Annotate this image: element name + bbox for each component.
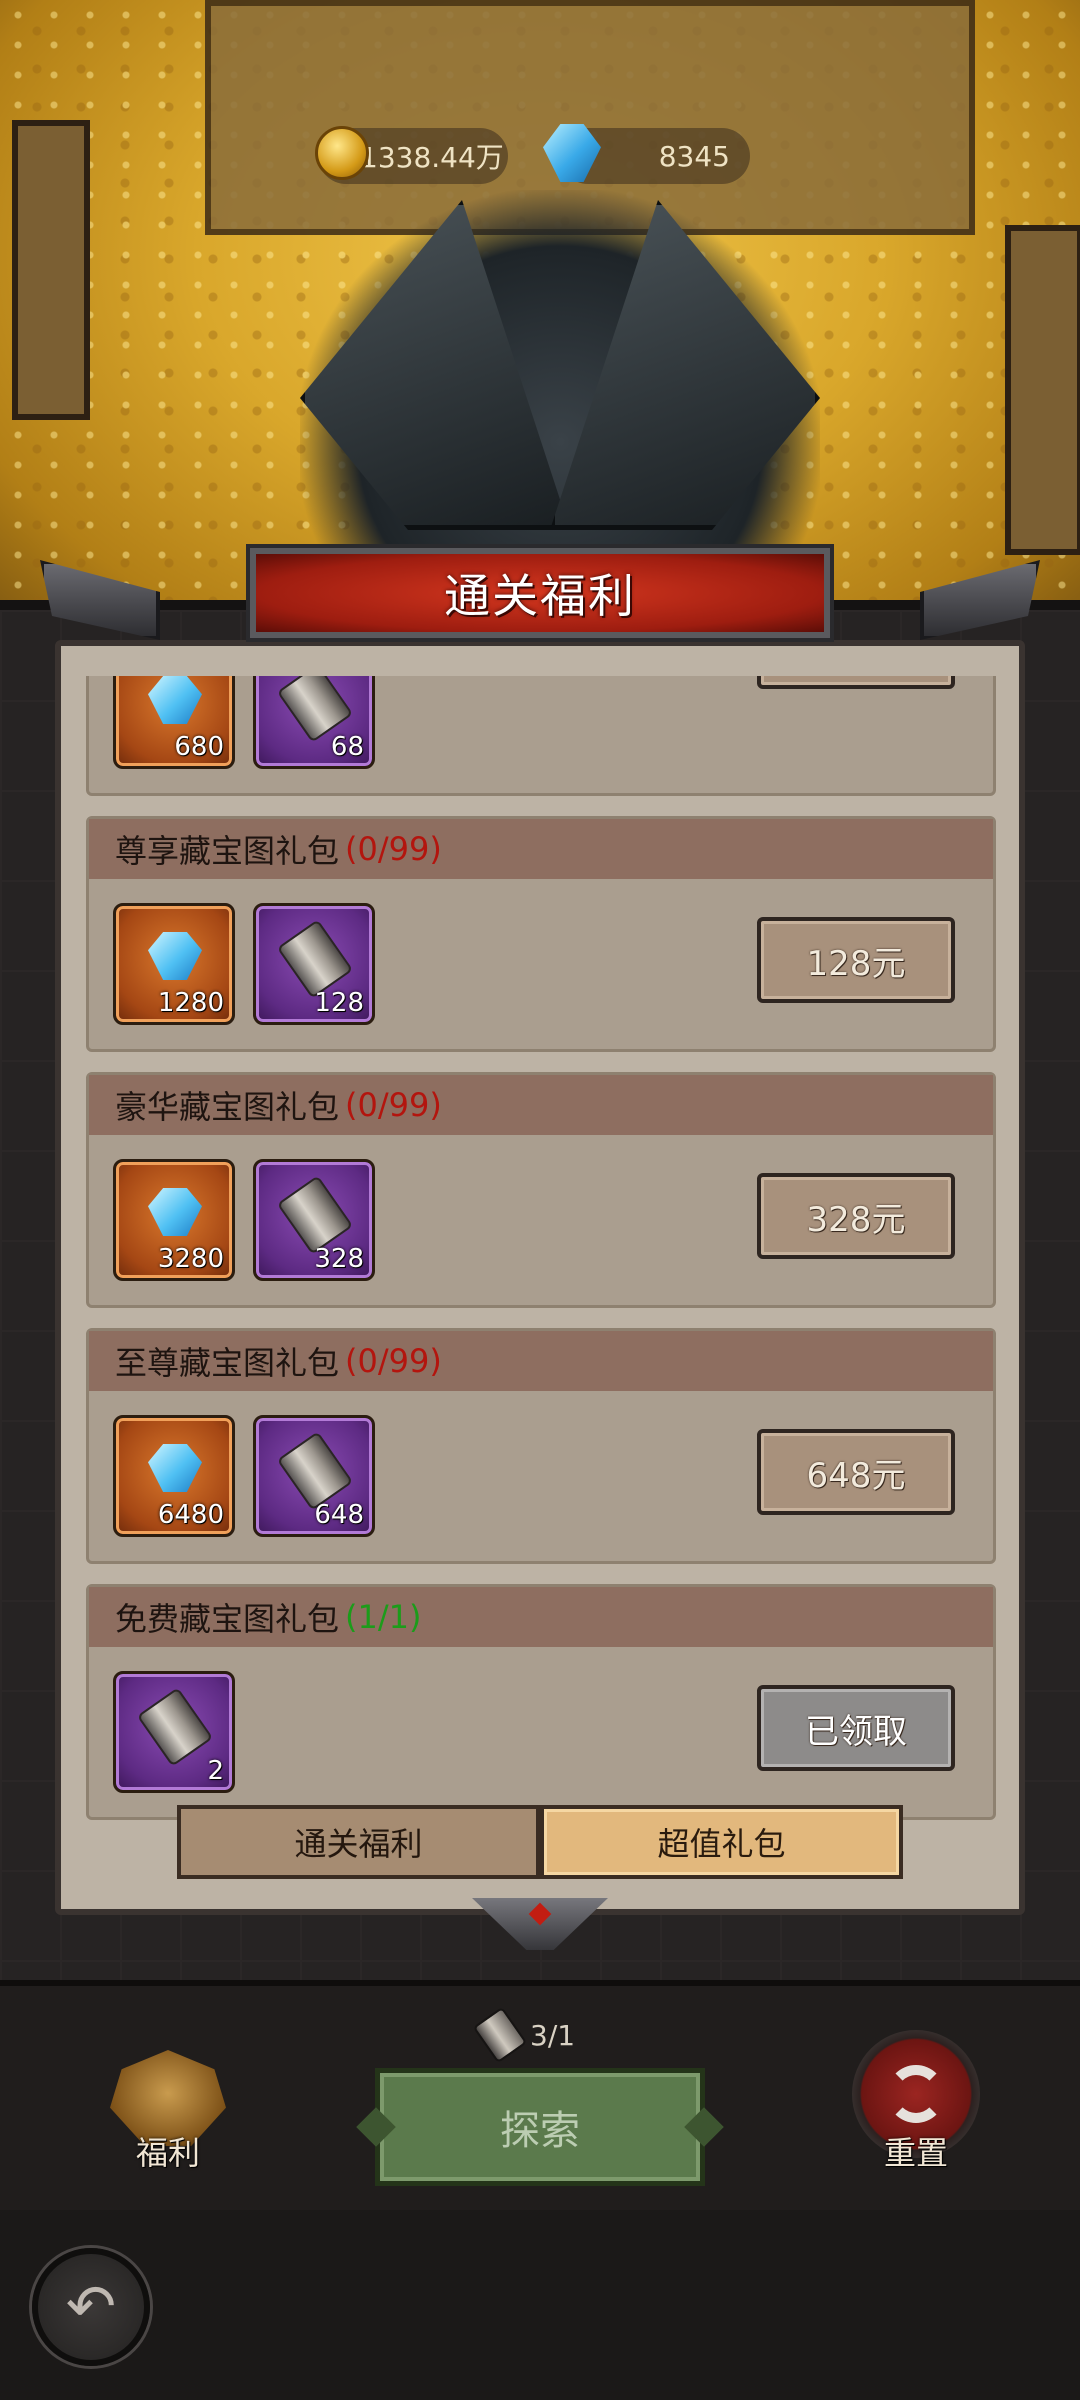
- purchase-button[interactable]: [757, 676, 955, 689]
- item-quantity: 128: [314, 988, 364, 1018]
- treasure-map-scroll-icon: [136, 1687, 214, 1767]
- reward-item-scroll[interactable]: 68: [253, 676, 375, 769]
- reward-item-gem[interactable]: 3280: [113, 1159, 235, 1281]
- purchase-button-128[interactable]: 128元: [757, 917, 955, 1003]
- treasure-map-scroll-icon: [276, 1431, 354, 1511]
- back-arrow-icon: ↶: [65, 2272, 117, 2342]
- welfare-label: 福利: [135, 2134, 200, 2172]
- reward-item-scroll[interactable]: 328: [253, 1159, 375, 1281]
- pack-body: 1280 128 128元: [89, 879, 993, 1055]
- gold-amount: 1338.44万: [360, 141, 504, 174]
- claimed-button[interactable]: 已领取: [757, 1685, 955, 1771]
- gift-pack-premium: 尊享藏宝图礼包 (0/99) 1280 128 128元: [86, 816, 996, 1052]
- gift-pack-panel: 680 68 尊享藏宝图礼包 (0/99) 1280 128 128元 豪华藏宝…: [55, 640, 1025, 1915]
- map-count-value: 3/1: [530, 2018, 576, 2052]
- stone-pillar-right: [1005, 225, 1080, 555]
- map-scroll-counter: 3/1: [472, 2006, 576, 2064]
- reward-item-scroll[interactable]: 2: [113, 1671, 235, 1793]
- welfare-button[interactable]: 福利: [98, 2050, 238, 2172]
- pack-header: 至尊藏宝图礼包 (0/99): [89, 1331, 993, 1391]
- reward-item-scroll[interactable]: 128: [253, 903, 375, 1025]
- tab-value-packs[interactable]: 超值礼包: [540, 1805, 903, 1879]
- treasure-vault-scene: 1338.44万 8345: [0, 0, 1080, 640]
- item-quantity: 648: [314, 1500, 364, 1530]
- item-quantity: 1280: [157, 988, 224, 1018]
- pack-header: 免费藏宝图礼包 (1/1): [89, 1587, 993, 1647]
- purchase-count: (0/99): [345, 830, 442, 868]
- pack-header: 尊享藏宝图礼包 (0/99): [89, 819, 993, 879]
- purchase-count: (1/1): [345, 1598, 422, 1636]
- gem-icon: [148, 932, 202, 980]
- back-button[interactable]: ↶: [32, 2248, 150, 2366]
- gem-icon: [148, 1188, 202, 1236]
- reset-label: 重置: [883, 2134, 948, 2172]
- pack-title: 免费藏宝图礼包: [115, 1600, 340, 1638]
- pack-title: 至尊藏宝图礼包: [115, 1344, 340, 1382]
- pack-title: 豪华藏宝图礼包: [115, 1088, 340, 1126]
- gift-pack-supreme: 至尊藏宝图礼包 (0/99) 6480 648 648元: [86, 1328, 996, 1564]
- reset-button[interactable]: 重置: [848, 2030, 984, 2172]
- reward-item-scroll[interactable]: 648: [253, 1415, 375, 1537]
- purchase-count: (0/99): [345, 1342, 442, 1380]
- item-quantity: 328: [314, 1244, 364, 1274]
- pack-list-viewport[interactable]: 680 68 尊享藏宝图礼包 (0/99) 1280 128 128元 豪华藏宝…: [61, 676, 1019, 1906]
- stone-pillar-left: [12, 120, 90, 420]
- gift-pack-deluxe: 豪华藏宝图礼包 (0/99) 3280 328 328元: [86, 1072, 996, 1308]
- reward-item-gem[interactable]: 680: [113, 676, 235, 769]
- refresh-arrows-icon: [887, 2065, 945, 2123]
- item-quantity: 3280: [157, 1244, 224, 1274]
- gem-amount: 8345: [658, 139, 730, 173]
- bottom-nav-area: [0, 2210, 1080, 2400]
- gold-coin-icon: [315, 126, 369, 180]
- item-quantity: 6480: [157, 1500, 224, 1530]
- reward-item-gem[interactable]: 1280: [113, 903, 235, 1025]
- explore-button[interactable]: 探索: [375, 2068, 705, 2186]
- dragon-boss-image: [300, 190, 820, 610]
- pack-title: 尊享藏宝图礼包: [115, 832, 340, 870]
- panel-tabs: 通关福利 超值礼包: [177, 1805, 903, 1879]
- reward-item-gem[interactable]: 6480: [113, 1415, 235, 1537]
- pack-body: 680 68: [89, 676, 993, 799]
- dragon-wing-right: [550, 200, 820, 530]
- gift-pack-free: 免费藏宝图礼包 (1/1) 2 已领取: [86, 1584, 996, 1820]
- gem-icon: [148, 676, 202, 724]
- pack-body: 3280 328 328元: [89, 1135, 993, 1311]
- pack-header: 豪华藏宝图礼包 (0/99): [89, 1075, 993, 1135]
- pack-list: 680 68 尊享藏宝图礼包 (0/99) 1280 128 128元 豪华藏宝…: [86, 676, 996, 1840]
- panel-title-banner: 通关福利: [250, 548, 830, 638]
- gem-icon: [148, 1444, 202, 1492]
- purchase-count: (0/99): [345, 1086, 442, 1124]
- item-quantity: 68: [330, 732, 364, 762]
- treasure-map-scroll-icon: [276, 919, 354, 999]
- item-quantity: 680: [174, 732, 224, 762]
- red-gem-ornament: [528, 1902, 552, 1926]
- gift-pack-partial: 680 68: [86, 676, 996, 796]
- pack-body: 6480 648 648元: [89, 1391, 993, 1567]
- item-quantity: 2: [207, 1756, 224, 1786]
- dragon-wing-left: [300, 200, 570, 530]
- tab-clear-rewards[interactable]: 通关福利: [177, 1805, 540, 1879]
- purchase-button-328[interactable]: 328元: [757, 1173, 955, 1259]
- pack-body: 2 已领取: [89, 1647, 993, 1823]
- purchase-button-648[interactable]: 648元: [757, 1429, 955, 1515]
- treasure-map-scroll-icon: [276, 1175, 354, 1255]
